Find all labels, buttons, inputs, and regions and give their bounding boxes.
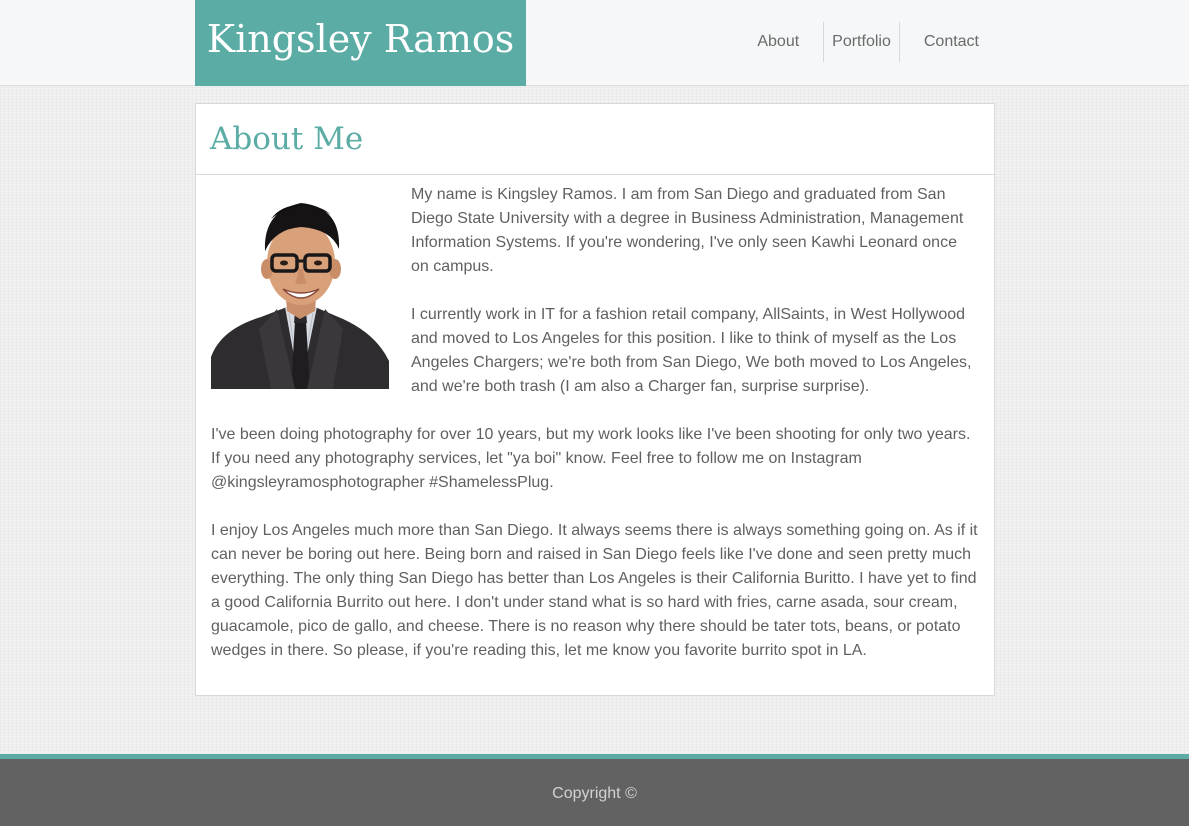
about-card: About Me My name is Kingsley Ramos. I am… xyxy=(195,103,995,696)
nav-portfolio-link[interactable]: Portfolio xyxy=(823,22,900,62)
site-title[interactable]: Kingsley Ramos xyxy=(207,17,515,61)
profile-photo xyxy=(211,189,389,389)
site-header: Kingsley Ramos About Portfolio Contact xyxy=(0,0,1189,86)
nav-contact-link[interactable]: Contact xyxy=(900,22,987,62)
person-portrait-icon xyxy=(211,189,389,389)
site-footer: Copyright © xyxy=(0,754,1189,826)
card-body: My name is Kingsley Ramos. I am from San… xyxy=(196,175,994,663)
main-nav: About Portfolio Contact xyxy=(749,22,987,62)
page-title: About Me xyxy=(210,121,364,157)
card-header: About Me xyxy=(196,104,994,175)
about-paragraph-4: I enjoy Los Angeles much more than San D… xyxy=(211,522,978,659)
nav-about-link[interactable]: About xyxy=(749,22,823,62)
about-paragraph-3: I've been doing photography for over 10 … xyxy=(211,426,971,491)
copyright-text: Copyright © xyxy=(552,784,637,802)
brand-block[interactable]: Kingsley Ramos xyxy=(195,0,526,86)
